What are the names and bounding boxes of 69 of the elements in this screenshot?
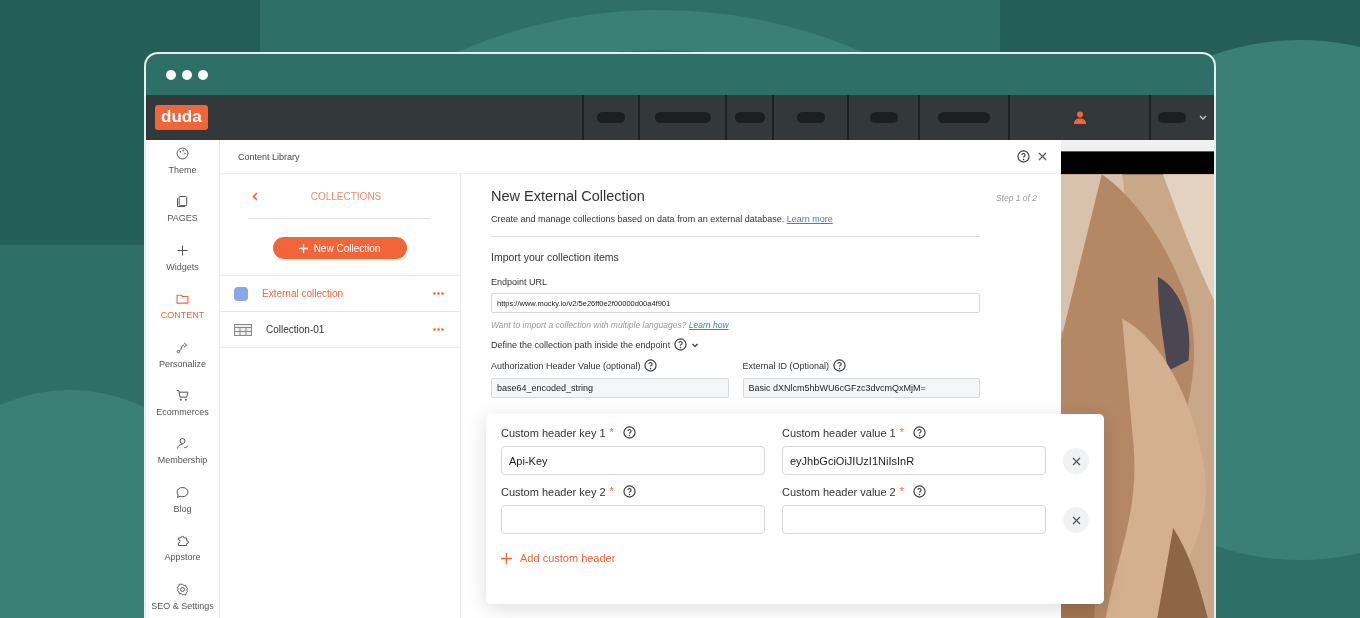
learn-more-link[interactable]: Learn more: [786, 214, 833, 224]
header-key-field[interactable]: Api-Key: [501, 446, 765, 475]
sidebar-item[interactable]: SEO & Settings: [146, 581, 219, 618]
remove-button[interactable]: [1063, 448, 1089, 474]
table-icon: [234, 323, 252, 336]
window-dot: [182, 69, 192, 80]
chat-icon: [175, 484, 190, 500]
settings-icon: [175, 581, 190, 597]
help-icon[interactable]: [622, 426, 636, 439]
field-label: External ID (Optional): [742, 360, 830, 371]
collection-item[interactable]: Collection-01: [220, 311, 460, 348]
plus-icon: [298, 243, 308, 253]
plus-icon: [501, 552, 512, 564]
chevron-left-icon: [252, 192, 258, 201]
help-icon[interactable]: [674, 338, 688, 351]
external-id-field[interactable]: Basic dXNlcm5hbWU6cGFzc3dvcmQxMjM=: [742, 378, 980, 398]
close-icon[interactable]: [1038, 152, 1047, 161]
help-icon[interactable]: [833, 359, 847, 372]
field-label: Define the collection path inside the endpoint: [491, 339, 671, 350]
help-icon[interactable]: [1017, 150, 1030, 163]
chevron-down-icon[interactable]: [1199, 114, 1208, 121]
more-icon[interactable]: [433, 292, 444, 295]
panel-title: Content Library: [238, 151, 300, 162]
user-icon[interactable]: [1073, 111, 1086, 124]
window-dot: [198, 69, 208, 80]
hint-text: Want to import a collection with multiple languages? Learn how: [491, 320, 730, 330]
section-heading: COLLECTIONS: [309, 190, 383, 202]
field-label: Custom header value 2: [782, 485, 896, 498]
sidebar-item[interactable]: Appstore: [146, 533, 219, 582]
field-label: Custom header key 2: [501, 485, 606, 498]
user-check-icon: [175, 436, 190, 452]
sidebar-item[interactable]: Theme: [146, 146, 219, 195]
description: Create and manage collections based on data from an external database. Learn more: [491, 214, 980, 237]
database-icon: [234, 286, 248, 301]
field-label: Custom header value 1: [782, 426, 896, 439]
sidebar-item[interactable]: Ecommerces: [146, 387, 219, 437]
learn-how-link[interactable]: Learn how: [688, 320, 729, 330]
sidebar-item[interactable]: Membership: [146, 436, 219, 485]
help-icon[interactable]: [913, 485, 926, 498]
section-title: Import your collection items: [491, 251, 620, 263]
more-icon[interactable]: [433, 328, 444, 331]
required-mark: *: [609, 426, 614, 438]
sidebar-item[interactable]: Personalize: [146, 339, 219, 388]
field-label: Custom header key 1: [501, 426, 606, 439]
help-icon[interactable]: [622, 485, 636, 498]
sidebar-item[interactable]: Blog: [146, 484, 219, 534]
header-value-field[interactable]: [782, 505, 1046, 534]
step-indicator: Step 1 of 2: [995, 193, 1037, 203]
dialog-title: New External Collection: [491, 188, 645, 204]
required-mark: *: [609, 485, 614, 497]
sidebar-item[interactable]: PAGES: [146, 194, 219, 243]
help-icon[interactable]: [644, 359, 658, 372]
sidebar-item[interactable]: Widgets: [146, 242, 219, 292]
cart-icon: [175, 387, 190, 403]
authorization-field[interactable]: base64_encoded_string: [491, 378, 729, 398]
close-icon: [1071, 515, 1081, 525]
header-value-field[interactable]: eyJhbGciOiJIUzI1NiIsInR: [782, 446, 1046, 475]
required-mark: *: [899, 426, 904, 438]
remove-button[interactable]: [1063, 507, 1089, 533]
header-key-field[interactable]: [501, 505, 765, 534]
pages-icon: [175, 194, 190, 210]
palette-icon: [175, 146, 190, 161]
required-mark: *: [899, 485, 904, 497]
field-label: Endpoint URL: [491, 277, 548, 287]
field-label: Authorization Header Value (optional): [491, 360, 641, 371]
window-dot: [166, 69, 176, 80]
puzzle-icon: [175, 533, 190, 549]
help-icon[interactable]: [913, 426, 926, 439]
close-icon: [1071, 456, 1081, 466]
